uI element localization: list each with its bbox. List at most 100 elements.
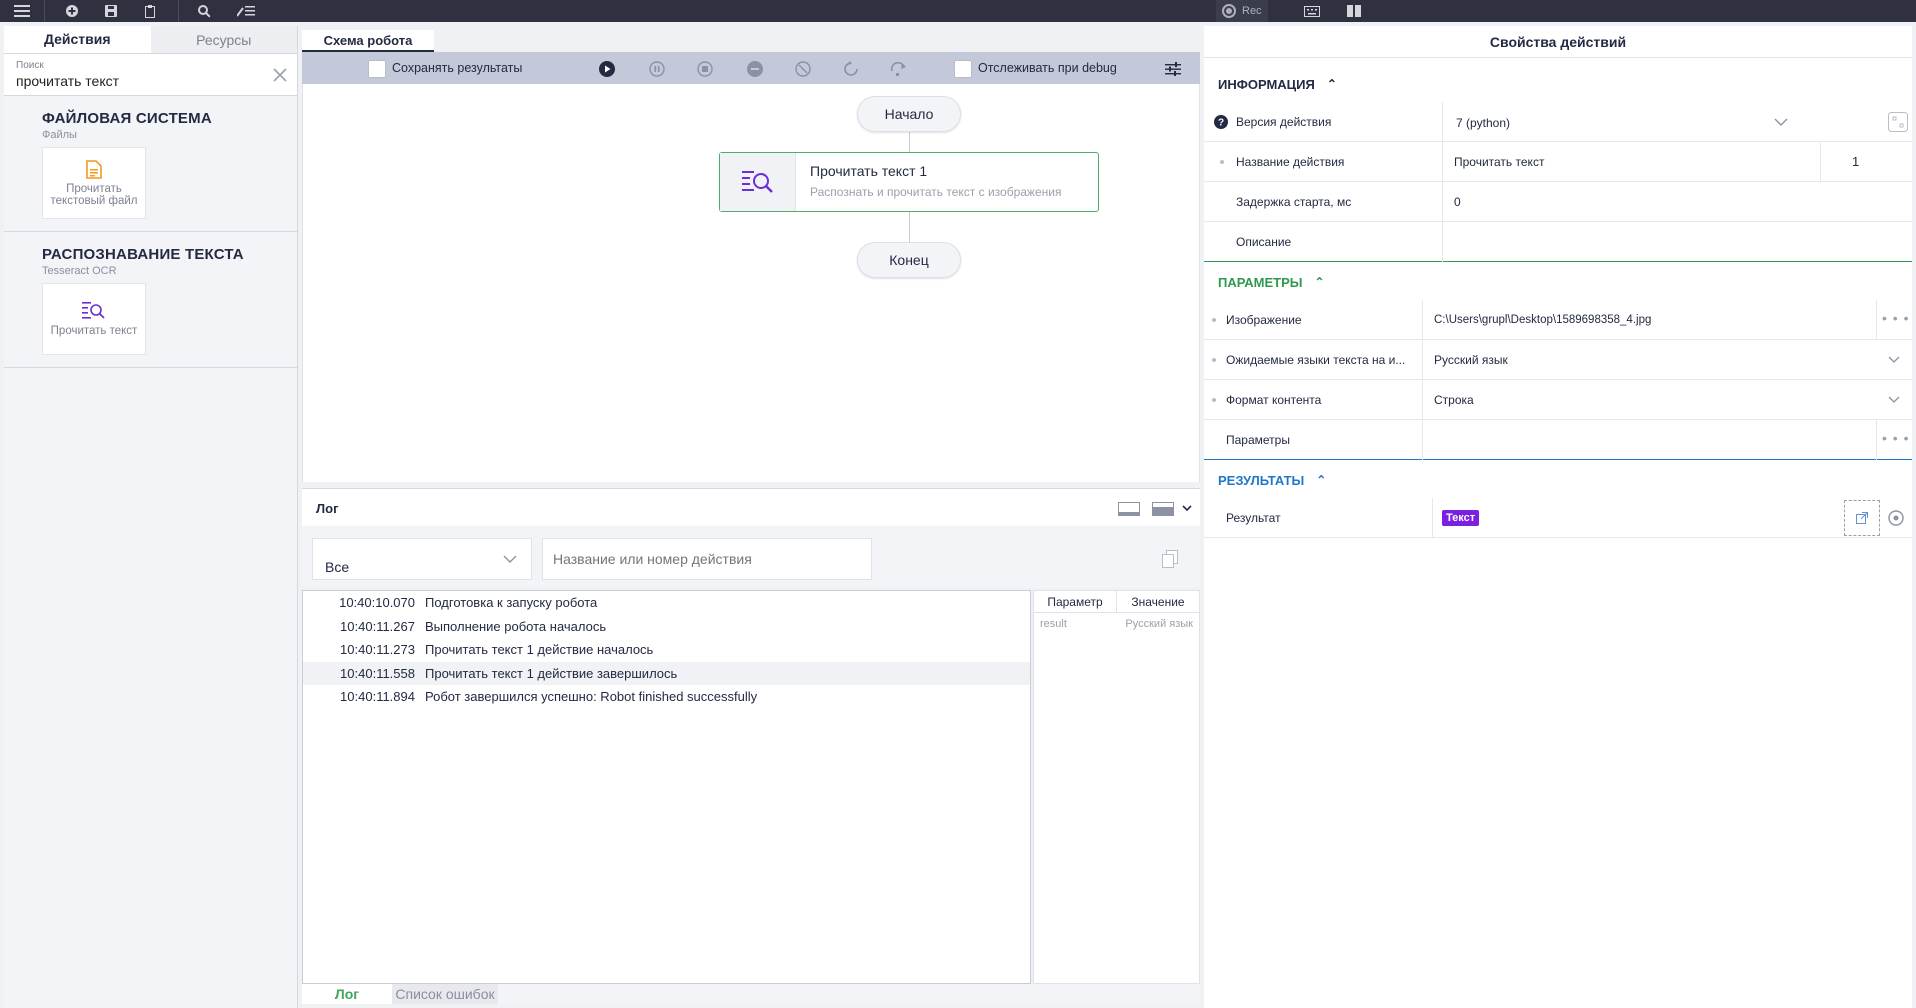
name-input[interactable]: Прочитать текст (1454, 155, 1544, 169)
scheme-toolbar: Сохранять результаты Отслеживать при deb… (302, 52, 1200, 84)
chevron-down-icon[interactable] (1888, 396, 1900, 403)
text-search-icon (82, 302, 105, 319)
clipboard-icon[interactable] (140, 1, 160, 21)
svg-text:?: ? (1218, 118, 1224, 129)
layout-bottom-icon[interactable] (1118, 502, 1140, 516)
action-tile-read-text[interactable]: Прочитать текст (42, 283, 146, 355)
prop-label: Изображение (1226, 312, 1302, 327)
save-results-checkbox[interactable] (368, 60, 386, 78)
prop-label: Результат (1226, 510, 1281, 525)
edit-list-icon[interactable] (236, 1, 256, 21)
help-icon[interactable]: ? (1214, 115, 1228, 129)
prop-result: Результат Текст (1204, 498, 1912, 538)
group-title: ФАЙЛОВАЯ СИСТЕМА (42, 110, 212, 127)
section-results-header[interactable]: РЕЗУЛЬТАТЫ ⌃ (1204, 462, 1912, 498)
chevron-down-icon[interactable] (1888, 356, 1900, 363)
log-entry[interactable]: 10:40:11.558 Прочитать текст 1 действие з… (303, 661, 1030, 685)
log-message: Подготовка к запуску робота (425, 595, 598, 611)
text-search-icon (720, 153, 796, 211)
prop-name: Название действия Прочитать текст 1 (1204, 142, 1912, 182)
log-filter-select[interactable]: Все (312, 538, 532, 580)
prop-label: Версия действия (1236, 114, 1332, 129)
prop-delay: Задержка старта, мс 0 (1204, 182, 1912, 222)
required-dot (1220, 160, 1224, 164)
version-select[interactable]: 7 (python) (1456, 116, 1510, 130)
left-tabs: Действия Ресурсы (4, 26, 297, 54)
run-icon[interactable] (598, 60, 616, 78)
expand-icon[interactable] (1888, 112, 1908, 132)
format-select[interactable]: Строка (1434, 393, 1474, 407)
group-subtitle: Файлы (42, 129, 77, 141)
section-title: РЕЗУЛЬТАТЫ (1218, 472, 1305, 488)
search-input[interactable]: прочитать текст (16, 73, 285, 89)
action-search-input[interactable] (542, 538, 872, 580)
result-type-badge[interactable]: Текст (1442, 510, 1480, 526)
tab-actions[interactable]: Действия (4, 26, 151, 53)
menu-icon[interactable] (12, 1, 32, 21)
add-icon[interactable] (62, 1, 82, 21)
log-time: 10:40:10.070 (339, 595, 415, 611)
chevron-up-icon: ⌃ (1326, 77, 1337, 91)
open-external-icon (1856, 512, 1868, 524)
action-number: 1 (1852, 154, 1860, 169)
log-list[interactable]: 10:40:10.070 Подготовка к запуску робота … (302, 590, 1031, 984)
params-row[interactable]: result Русский язык (1034, 613, 1199, 635)
open-variable-button[interactable] (1844, 500, 1880, 536)
book-icon[interactable] (1344, 1, 1364, 21)
more-icon[interactable]: • • • (1882, 310, 1909, 326)
image-path-input[interactable]: C:\Users\grupl\Desktop\1589698358_4.jpg (1434, 314, 1651, 326)
required-dot (1212, 358, 1216, 362)
tab-robot-scheme[interactable]: Схема робота (302, 30, 434, 52)
prop-languages: Ожидаемые языки текста на и... Русский я… (1204, 340, 1912, 380)
tile-label: Прочитать текстовый файл (50, 182, 138, 207)
chevron-down-icon (503, 555, 517, 563)
action-tile-read-text-file[interactable]: Прочитать текстовый файл (42, 147, 146, 219)
select-value: Все (325, 559, 350, 575)
pause-icon[interactable] (648, 60, 666, 78)
chevron-down-icon[interactable] (1774, 118, 1788, 126)
variable-settings-icon[interactable] (1888, 510, 1904, 526)
keyboard-icon[interactable] (1302, 1, 1322, 21)
log-entry[interactable]: 10:40:11.894 Робот завершился успешно: Ro… (303, 685, 1030, 709)
clear-icon[interactable] (271, 66, 289, 84)
action-node[interactable]: Прочитать текст 1 Распознать и прочитать… (719, 152, 1099, 212)
search-label: Поиск (16, 60, 44, 71)
section-title: ИНФОРМАЦИЯ (1218, 76, 1315, 92)
delay-input[interactable]: 0 (1454, 195, 1461, 209)
prop-format: Формат контента Строка (1204, 380, 1912, 420)
search-box[interactable]: Поиск прочитать текст (4, 54, 297, 96)
disable-icon[interactable] (794, 60, 812, 78)
copy-icon[interactable] (1162, 550, 1178, 568)
languages-select[interactable]: Русский язык (1434, 353, 1508, 367)
log-entry[interactable]: 10:40:10.070 Подготовка к запуску робота (303, 591, 1030, 615)
log-entry[interactable]: 10:40:11.273 Прочитать текст 1 действие н… (303, 638, 1030, 662)
record-button[interactable]: Rec (1216, 0, 1268, 22)
save-icon[interactable] (101, 1, 121, 21)
track-debug-checkbox[interactable] (954, 60, 972, 78)
prop-label: Описание (1236, 234, 1292, 249)
start-node[interactable]: Начало (857, 96, 961, 132)
group-file-system: ФАЙЛОВАЯ СИСТЕМА Файлы Прочитать текстов… (4, 96, 297, 232)
tab-resources[interactable]: Ресурсы (150, 26, 297, 53)
chevron-down-icon[interactable] (1182, 505, 1192, 512)
tab-log[interactable]: Лог (302, 984, 392, 1004)
stop-icon[interactable] (696, 60, 714, 78)
log-time: 10:40:11.267 (340, 618, 415, 634)
section-title: ПАРАМЕТРЫ (1218, 274, 1303, 290)
more-icon[interactable]: • • • (1882, 430, 1909, 446)
search-icon[interactable] (194, 1, 214, 21)
end-node[interactable]: Конец (857, 242, 961, 278)
log-time: 10:40:11.558 (340, 665, 415, 681)
settings-sliders-icon[interactable] (1164, 60, 1182, 78)
group-title: РАСПОЗНАВАНИЕ ТЕКСТА (42, 246, 244, 263)
section-info-header[interactable]: ИНФОРМАЦИЯ ⌃ (1204, 66, 1912, 102)
skip-icon[interactable] (746, 60, 764, 78)
log-entry[interactable]: 10:40:11.267 Выполнение робота началось (303, 615, 1030, 639)
layout-split-icon[interactable] (1152, 502, 1174, 516)
restart-icon[interactable] (842, 60, 860, 78)
step-over-icon[interactable] (890, 60, 908, 78)
tab-errors[interactable]: Список ошибок (392, 984, 498, 1004)
flow-canvas[interactable]: Начало Прочитать текст 1 Распознать и пр… (302, 84, 1200, 482)
section-params-header[interactable]: ПАРАМЕТРЫ ⌃ (1204, 264, 1912, 300)
params-header-value: Значение (1116, 591, 1199, 612)
